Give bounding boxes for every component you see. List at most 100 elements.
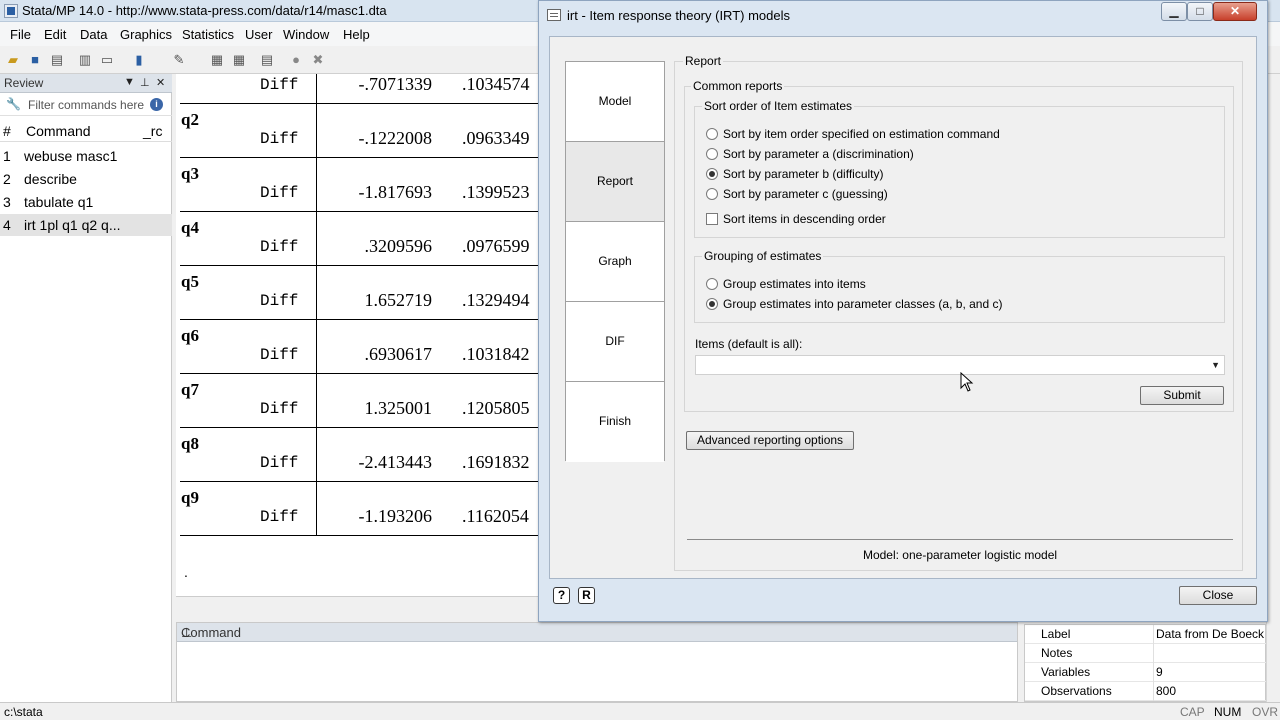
property-separator — [1153, 644, 1154, 663]
menu-file[interactable]: File — [10, 27, 31, 42]
result-var: q3 — [181, 164, 199, 183]
open-icon[interactable]: ▰ — [5, 52, 21, 68]
menu-graphics[interactable]: Graphics — [120, 27, 172, 42]
submit-button[interactable]: Submit — [1140, 386, 1224, 405]
result-label: Diff — [260, 184, 299, 202]
result-se: .0976599 — [462, 236, 530, 256]
result-se: .1162054 — [462, 506, 529, 526]
sort-order-label: Sort order of Item estimates — [702, 99, 855, 113]
review-item-number: 2 — [3, 171, 11, 187]
mouse-pointer-icon — [960, 372, 974, 392]
group-into-classes-option[interactable]: Group estimates into parameter classes (… — [706, 297, 1002, 311]
col-command[interactable]: Command — [26, 123, 91, 139]
result-coef: -2.413443 — [358, 452, 433, 472]
sort-param-b-option[interactable]: Sort by parameter b (difficulty) — [706, 167, 884, 181]
row-rule — [180, 481, 540, 482]
viewer-icon[interactable]: ▭ — [99, 52, 115, 68]
save-icon[interactable]: ■ — [27, 52, 43, 68]
log-icon[interactable]: ▥ — [77, 52, 93, 68]
model-description: Model: one-parameter logistic model — [862, 548, 1058, 562]
chevron-down-icon[interactable]: ▼ — [1211, 360, 1220, 370]
help-icon[interactable]: ? — [553, 587, 570, 604]
tab-label: Model — [598, 94, 632, 108]
result-coef: .3209596 — [364, 236, 433, 256]
radio-button-selected[interactable] — [706, 298, 718, 310]
advanced-reporting-button[interactable]: Advanced reporting options — [686, 431, 854, 450]
row-rule — [180, 103, 540, 104]
result-var: q2 — [181, 110, 199, 129]
option-label: Group estimates into parameter classes (… — [723, 297, 1003, 311]
info-icon[interactable]: i — [150, 98, 163, 111]
minimize-icon[interactable]: ▁ — [1161, 2, 1187, 21]
menu-window[interactable]: Window — [283, 27, 329, 42]
checkbox[interactable] — [706, 213, 718, 225]
status-bar: c:\stata CAP NUM OVR — [0, 702, 1280, 720]
dialog-icon — [547, 9, 561, 21]
break-icon[interactable]: ✖ — [310, 52, 326, 68]
close-icon[interactable]: ✕ — [1213, 2, 1257, 21]
close-icon[interactable]: ✕ — [156, 76, 165, 89]
menu-statistics[interactable]: Statistics — [182, 27, 234, 42]
row-rule — [180, 373, 540, 374]
right-scrollbar[interactable] — [1266, 74, 1280, 702]
col-number[interactable]: # — [3, 123, 11, 139]
sort-param-c-option[interactable]: Sort by parameter c (guessing) — [706, 187, 888, 201]
variables-manager-icon[interactable]: ▤ — [259, 52, 275, 68]
menu-help[interactable]: Help — [343, 27, 370, 42]
reset-icon[interactable]: R — [578, 587, 595, 604]
do-file-editor-icon[interactable]: ✎ — [171, 52, 187, 68]
result-coef: -.7071339 — [358, 74, 433, 94]
radio-button[interactable] — [706, 278, 718, 290]
filter-placeholder[interactable]: Filter commands here — [28, 98, 144, 112]
more-icon[interactable]: ● — [288, 52, 304, 68]
pin-icon[interactable]: ⊥ — [140, 76, 150, 89]
menu-data[interactable]: Data — [80, 27, 107, 42]
menu-user[interactable]: User — [245, 27, 272, 42]
review-item[interactable]: 1 webuse masc1 — [0, 145, 172, 167]
option-label: Sort by parameter c (guessing) — [723, 187, 888, 201]
review-panel: Review ▼ ⊥ ✕ 🔧 Filter commands here i # … — [0, 74, 172, 702]
group-into-items-option[interactable]: Group estimates into items — [706, 277, 866, 291]
pin-icon[interactable]: ⊥ — [181, 625, 1011, 641]
property-separator — [1153, 625, 1154, 644]
radio-button[interactable] — [706, 128, 718, 140]
tab-finish[interactable]: Finish — [566, 382, 664, 462]
graph-icon[interactable]: ▮ — [131, 52, 147, 68]
print-icon[interactable]: ▤ — [49, 52, 65, 68]
tab-model[interactable]: Model — [566, 62, 664, 142]
radio-button[interactable] — [706, 148, 718, 160]
tab-report[interactable]: Report — [566, 142, 664, 222]
tab-graph[interactable]: Graph — [566, 222, 664, 302]
data-editor-edit-icon[interactable]: ▦ — [209, 52, 225, 68]
menu-edit[interactable]: Edit — [44, 27, 66, 42]
result-label: Diff — [260, 130, 299, 148]
command-panel[interactable]: Command ⊥ — [176, 622, 1018, 702]
dialog-footer: ? R Close — [549, 581, 1257, 611]
maximize-icon[interactable]: □ — [1187, 2, 1213, 21]
review-item[interactable]: 3 tabulate q1 — [0, 191, 172, 213]
filter-icon[interactable]: ▼ — [124, 76, 135, 88]
sort-item-order-option[interactable]: Sort by item order specified on estimati… — [706, 127, 1000, 141]
property-separator — [1153, 663, 1154, 682]
result-var: q5 — [181, 272, 199, 291]
model-separator — [687, 539, 1233, 540]
tab-dif[interactable]: DIF — [566, 302, 664, 382]
radio-button[interactable] — [706, 188, 718, 200]
descending-checkbox-option[interactable]: Sort items in descending order — [706, 212, 886, 226]
results-horizontal-scrollbar[interactable] — [176, 596, 540, 620]
review-filter[interactable]: 🔧 Filter commands here i — [0, 94, 172, 116]
sort-param-a-option[interactable]: Sort by parameter a (discrimination) — [706, 147, 914, 161]
close-button[interactable]: Close — [1179, 586, 1257, 605]
col-rc[interactable]: _rc — [143, 123, 162, 139]
radio-button-selected[interactable] — [706, 168, 718, 180]
property-value: 9 — [1156, 665, 1163, 679]
dialog-title: irt - Item response theory (IRT) models — [567, 8, 790, 23]
data-editor-browse-icon[interactable]: ▦ — [231, 52, 247, 68]
result-coef: -1.193206 — [358, 506, 433, 526]
result-se: .1329494 — [462, 290, 530, 310]
review-item-number: 4 — [3, 217, 11, 233]
property-key: Observations — [1041, 684, 1112, 698]
review-item[interactable]: 2 describe — [0, 168, 172, 190]
review-item-selected[interactable]: 4 irt 1pl q1 q2 q... — [0, 214, 172, 236]
tab-label: Report — [596, 174, 634, 188]
